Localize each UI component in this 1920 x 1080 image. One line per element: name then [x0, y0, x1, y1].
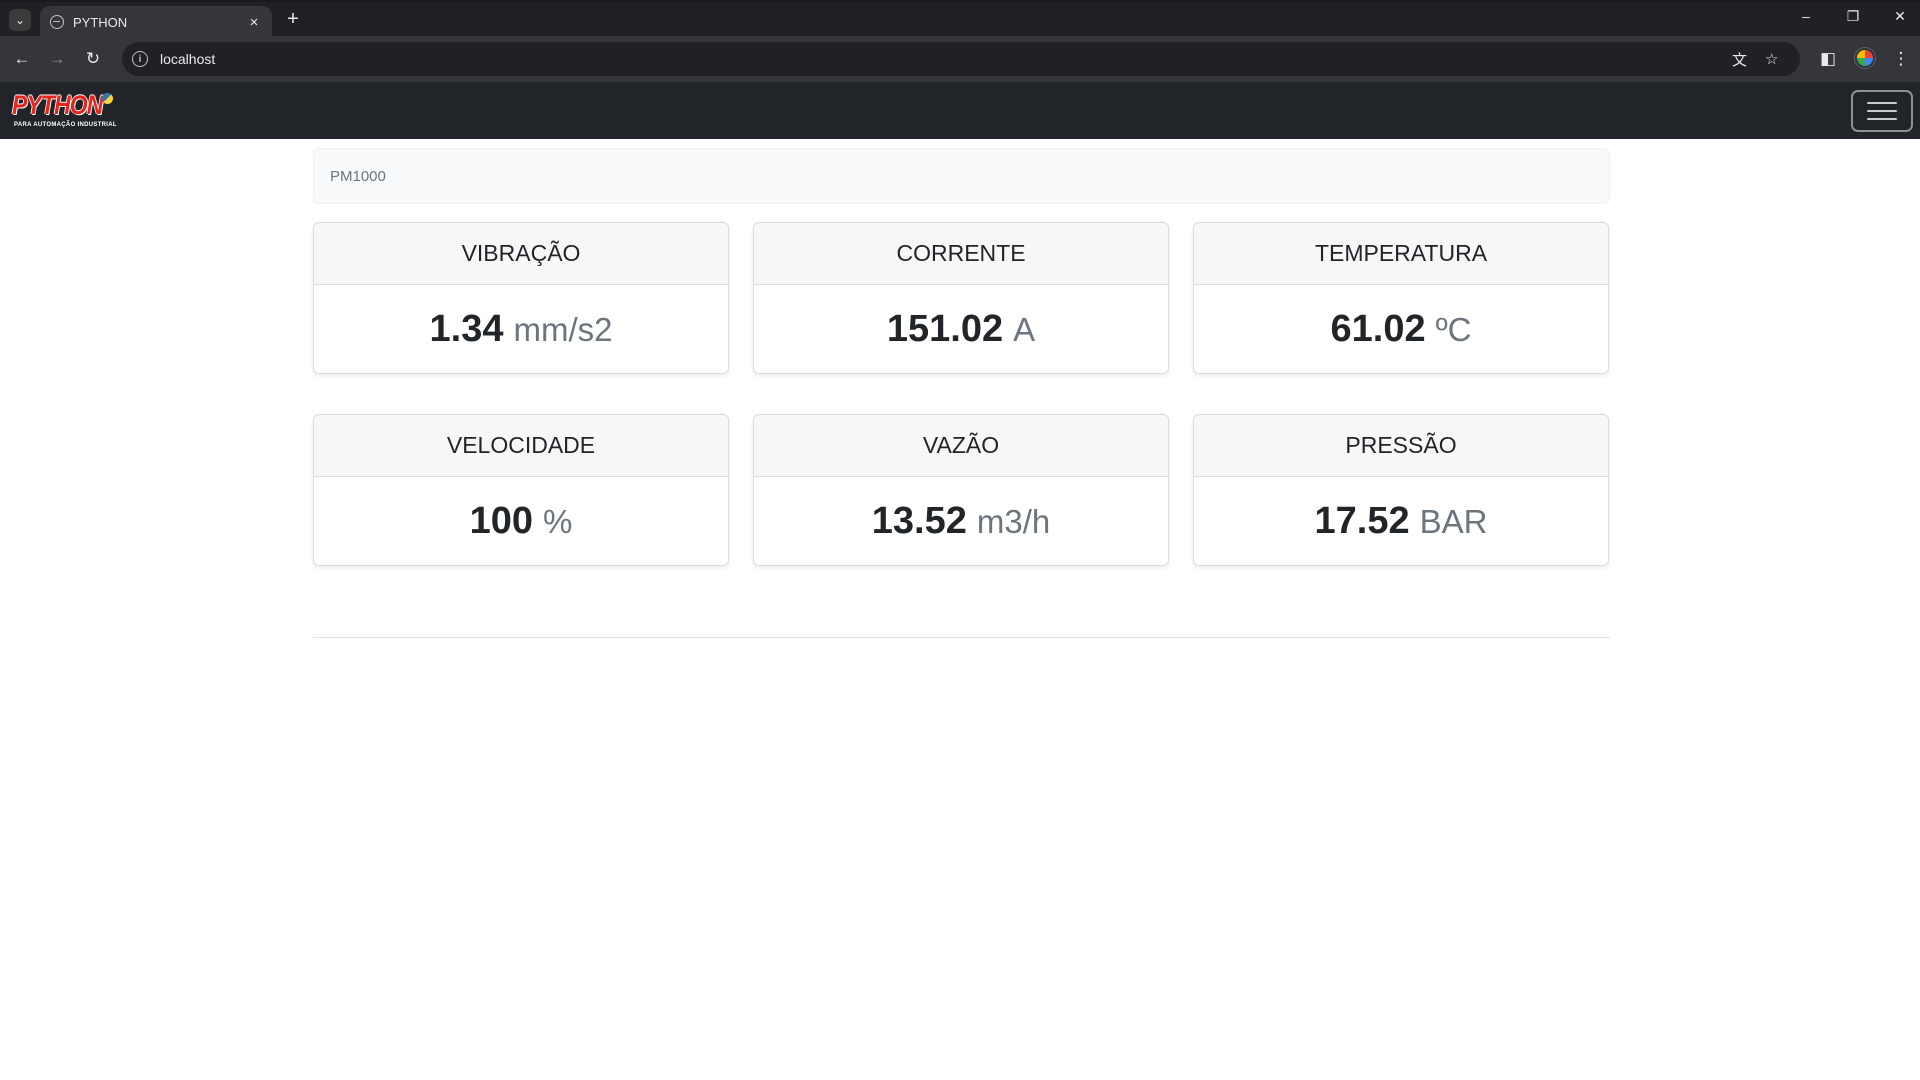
side-panel-icon[interactable]: ◧: [1817, 48, 1839, 70]
metrics-row-1: VIBRAÇÃO 1.34 mm/s2 CORRENTE 151.02 A TEMP…: [313, 222, 1610, 374]
navbar-toggler-button[interactable]: [1851, 90, 1913, 132]
hamburger-icon: [1867, 102, 1897, 104]
metric-card-vazao: VAZÃO 13.52 m3/h: [753, 414, 1169, 566]
metric-unit: m3/h: [976, 502, 1051, 540]
metric-value: 1.34: [429, 308, 504, 350]
metrics-row-2: VELOCIDADE 100% VAZÃO 13.52 m3/h PRESSÃO …: [313, 414, 1610, 566]
metric-value: 151.02: [886, 308, 1004, 350]
tab-search-icon[interactable]: ⌄: [9, 9, 31, 31]
app-navbar: PYTHON PARA AUTOMAÇÃO INDUSTRIAL: [0, 82, 1920, 139]
new-tab-button[interactable]: +: [283, 8, 303, 31]
globe-icon: [50, 15, 64, 29]
metric-card-velocidade: VELOCIDADE 100%: [313, 414, 729, 566]
restore-icon[interactable]: ❐: [1841, 8, 1865, 25]
browser-menu-icon[interactable]: ⋮: [1890, 48, 1912, 70]
metric-unit: ºC: [1435, 310, 1472, 348]
metric-label: TEMPERATURA: [1194, 223, 1608, 285]
minimize-icon[interactable]: –: [1794, 8, 1818, 24]
url-text[interactable]: localhost: [160, 51, 215, 67]
metric-card-pressao: PRESSÃO 17.52 BAR: [1193, 414, 1609, 566]
bookmark-star-icon[interactable]: ☆: [1765, 42, 1778, 76]
site-info-icon[interactable]: i: [132, 51, 148, 67]
metric-card-vibracao: VIBRAÇÃO 1.34 mm/s2: [313, 222, 729, 374]
metric-label: PRESSÃO: [1194, 415, 1608, 477]
metric-unit: %: [543, 502, 573, 540]
brand-name: PYTHON: [12, 90, 103, 120]
metric-unit: A: [1013, 310, 1036, 348]
python-logo-icon: [102, 93, 113, 104]
metric-value: 17.52: [1314, 500, 1410, 542]
brand-logo[interactable]: PYTHON PARA AUTOMAÇÃO INDUSTRIAL: [12, 90, 117, 132]
metric-card-corrente: CORRENTE 151.02 A: [753, 222, 1169, 374]
address-bar[interactable]: i localhost 文 ☆: [122, 42, 1800, 76]
device-name: PM1000: [330, 167, 386, 185]
browser-toolbar: ← → ↻ i localhost 文 ☆ ◧ ⋮: [0, 36, 1920, 82]
metric-card-temperatura: TEMPERATURA 61.02 ºC: [1193, 222, 1609, 374]
metric-label: CORRENTE: [754, 223, 1168, 285]
device-breadcrumb: PM1000: [313, 148, 1610, 204]
main-content: PM1000 VIBRAÇÃO 1.34 mm/s2 CORRENTE 151.0…: [313, 148, 1610, 638]
metric-unit: mm/s2: [513, 310, 613, 348]
metric-label: VAZÃO: [754, 415, 1168, 477]
metric-label: VIBRAÇÃO: [314, 223, 728, 285]
metric-value: 13.52: [871, 500, 967, 542]
forward-icon[interactable]: →: [46, 48, 68, 70]
translate-icon[interactable]: 文: [1732, 42, 1747, 76]
tab-close-icon[interactable]: ×: [246, 14, 262, 31]
metric-value: 61.02: [1330, 308, 1426, 350]
browser-tab[interactable]: PYTHON ×: [40, 6, 272, 38]
reload-icon[interactable]: ↻: [82, 48, 104, 70]
metric-value: 100: [469, 500, 534, 542]
back-icon[interactable]: ←: [11, 48, 33, 70]
metric-label: VELOCIDADE: [314, 415, 728, 477]
brand-subtitle: PARA AUTOMAÇÃO INDUSTRIAL: [14, 122, 117, 128]
metric-unit: BAR: [1419, 502, 1488, 540]
browser-tab-strip: ⌄ PYTHON × + – ❐ ✕: [0, 0, 1920, 38]
content-divider: [313, 637, 1610, 638]
tab-title: PYTHON: [73, 14, 128, 30]
profile-avatar-icon[interactable]: [1855, 48, 1875, 68]
window-close-icon[interactable]: ✕: [1888, 8, 1912, 25]
